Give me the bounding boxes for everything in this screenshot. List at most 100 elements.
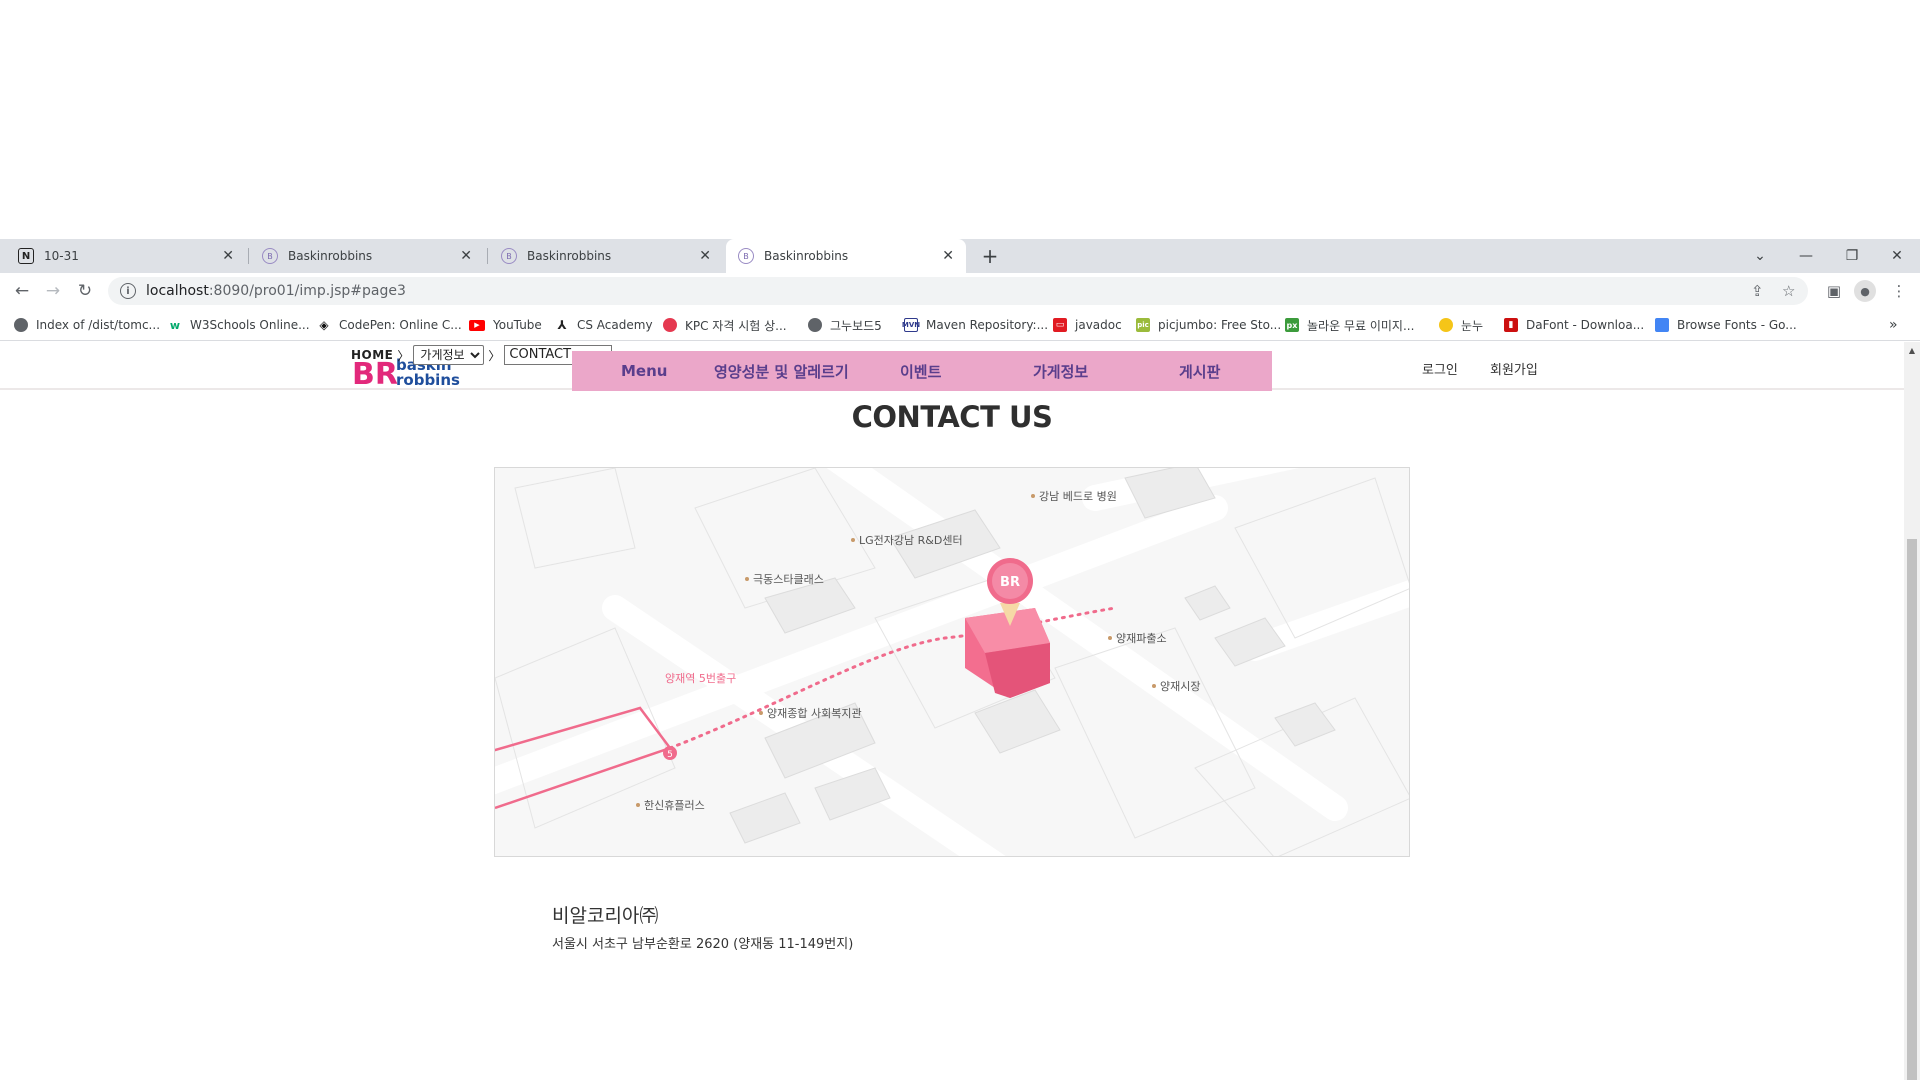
csacademy-icon: ⅄ [555, 318, 569, 332]
map-label-station-exit: 양재역 5번출구 [665, 672, 736, 685]
map-label-hanshin: 한신휴플러스 [644, 799, 705, 812]
map-label-market: 양재시장 [1160, 680, 1200, 693]
address-bar[interactable]: i localhost:8090/pro01/imp.jsp#page3 ⇪ ☆ [108, 277, 1808, 305]
share-icon[interactable]: ⇪ [1751, 277, 1764, 305]
bookmark-label: 놀라운 무료 이미지... [1307, 318, 1415, 333]
tab-2[interactable]: B Baskinrobbins ✕ [250, 239, 484, 273]
tab-title: 10-31 [44, 249, 79, 263]
bookmark-item[interactable]: ◈ CodePen: Online C... [317, 309, 462, 341]
login-link[interactable]: 로그인 [1422, 358, 1458, 378]
company-name: 비알코리아㈜ [552, 905, 659, 927]
page-scrollbar[interactable]: ▲ [1904, 342, 1920, 1080]
browser-toolbar: ← → ↻ i localhost:8090/pro01/imp.jsp#pag… [0, 273, 1920, 309]
breadcrumb-separator-icon: 〉 [488, 348, 501, 363]
map-label-welfare: 양재종합 사회복지관 [767, 707, 862, 720]
pixabay-icon: px [1285, 318, 1299, 332]
breadcrumb-category-select[interactable]: 가게정보 [413, 345, 485, 365]
close-icon[interactable]: ✕ [222, 248, 234, 264]
nav-item-event[interactable]: 이벤트 [900, 351, 941, 391]
tab-divider [248, 248, 249, 264]
bookmark-item[interactable]: 그누보드5 [808, 309, 882, 341]
tab-3[interactable]: B Baskinrobbins ✕ [489, 239, 723, 273]
bookmark-label: YouTube [493, 318, 542, 332]
w3schools-icon: w [168, 318, 182, 332]
bookmark-item[interactable]: pic picjumbo: Free Sto... [1136, 309, 1281, 341]
nav-item-nutrition[interactable]: 영양성분 및 알레르기 [714, 351, 849, 391]
map-label-hospital: 강남 베드로 병원 [1039, 490, 1117, 503]
bookmark-label: DaFont - Downloa... [1526, 318, 1645, 332]
bookmark-label: CS Academy [577, 318, 653, 332]
nav-item-menu[interactable]: Menu [621, 351, 667, 391]
pin-logo: BR [1000, 575, 1020, 590]
bookmark-label: 그누보드5 [830, 318, 882, 333]
close-icon[interactable]: ✕ [699, 248, 711, 264]
bookmark-item[interactable]: w W3Schools Online... [168, 309, 310, 341]
bookmark-item[interactable]: KPC 자격 시험 상... [663, 309, 787, 341]
close-icon[interactable]: ✕ [460, 248, 472, 264]
br-icon: B [262, 248, 278, 264]
bookmark-item[interactable]: MVN Maven Repository:... [902, 309, 1048, 341]
tab-title: Baskinrobbins [527, 249, 612, 263]
bookmark-item[interactable]: 눈누 [1439, 309, 1483, 341]
signup-link[interactable]: 회원가입 [1490, 358, 1538, 378]
map-label-star-class: 극동스타클래스 [753, 573, 824, 586]
map-label-police: 양재파출소 [1116, 632, 1167, 645]
scroll-up-icon[interactable]: ▲ [1904, 342, 1920, 358]
breadcrumb-home[interactable]: HOME [351, 348, 393, 362]
bookmark-item[interactable]: ⅄ CS Academy [555, 309, 653, 341]
bookmark-label: Browse Fonts - Go... [1677, 318, 1797, 332]
nav-item-board[interactable]: 게시판 [1179, 351, 1220, 391]
page-title: CONTACT US [851, 400, 1053, 434]
profile-avatar-icon[interactable]: ● [1854, 280, 1876, 302]
side-panel-icon[interactable]: ▣ [1821, 278, 1847, 304]
map-label-lg: LG전자강남 R&D센터 [859, 534, 963, 547]
codepen-icon: ◈ [317, 318, 331, 332]
tab-1[interactable]: N 10-31 ✕ [6, 239, 246, 273]
bookmark-label: KPC 자격 시험 상... [685, 318, 787, 333]
tab-divider [487, 248, 488, 264]
bookmark-item[interactable]: Browse Fonts - Go... [1655, 309, 1797, 341]
blank-area-above-window [0, 0, 1920, 239]
minimize-icon[interactable]: — [1783, 239, 1829, 273]
tab-search-icon[interactable]: ⌄ [1737, 239, 1783, 273]
maven-icon: MVN [902, 318, 920, 332]
main-navigation: Menu 영양성분 및 알레르기 이벤트 가게정보 게시판 [572, 351, 1272, 391]
browser-window: N 10-31 ✕ B Baskinrobbins ✕ B Baskinrobb… [0, 239, 1920, 1080]
bookmark-star-icon[interactable]: ☆ [1782, 277, 1795, 305]
youtube-icon: ▶ [469, 319, 485, 331]
nav-item-store-info[interactable]: 가게정보 [1033, 351, 1088, 391]
bookmark-label: 눈누 [1461, 318, 1484, 333]
scrollbar-thumb[interactable] [1907, 539, 1917, 1080]
location-map: 5 BR 강남 베드로 병원 LG전자강남 R&D센터 극동스타클래스 양재파출… [494, 467, 1410, 857]
back-icon[interactable]: ← [9, 278, 35, 304]
site-info-icon[interactable]: i [120, 283, 136, 299]
menu-kebab-icon[interactable]: ⋮ [1886, 278, 1912, 304]
br-icon: B [738, 248, 754, 264]
bookmark-item[interactable]: ▭ javadoc [1053, 309, 1122, 341]
forward-icon[interactable]: → [40, 278, 66, 304]
close-icon[interactable]: ✕ [942, 248, 954, 264]
window-close-icon[interactable]: ✕ [1874, 239, 1920, 273]
more-bookmarks-icon[interactable]: » [1889, 309, 1898, 341]
new-tab-button[interactable]: + [976, 239, 1004, 273]
exit-number: 5 [667, 750, 673, 760]
globe-icon [14, 318, 28, 332]
bookmark-label: picjumbo: Free Sto... [1158, 318, 1282, 332]
tab-title: Baskinrobbins [764, 249, 849, 263]
reload-icon[interactable]: ↻ [72, 278, 98, 304]
bookmark-item[interactable]: ▮ DaFont - Downloa... [1504, 309, 1644, 341]
restore-icon[interactable]: ❐ [1829, 239, 1875, 273]
breadcrumb-separator-icon: 〉 [397, 348, 410, 363]
tab-title: Baskinrobbins [288, 249, 373, 263]
bookmark-item[interactable]: Index of /dist/tomc... [14, 309, 160, 341]
br-icon: B [501, 248, 517, 264]
bookmark-item[interactable]: ▶ YouTube [469, 309, 542, 341]
bookmark-item[interactable]: px 놀라운 무료 이미지... [1285, 309, 1414, 341]
tab-4-active[interactable]: B Baskinrobbins ✕ [726, 239, 966, 273]
bookmark-label: javadoc [1075, 318, 1122, 332]
bookmark-label: CodePen: Online C... [339, 318, 462, 332]
googlefonts-icon [1655, 318, 1669, 332]
bookmarks-bar: Index of /dist/tomc... w W3Schools Online… [0, 309, 1920, 341]
page-viewport: BR baskin robbins HOME 〉 가게정보 〉 CONTACT … [0, 342, 1904, 1080]
noonnu-icon [1439, 318, 1453, 332]
